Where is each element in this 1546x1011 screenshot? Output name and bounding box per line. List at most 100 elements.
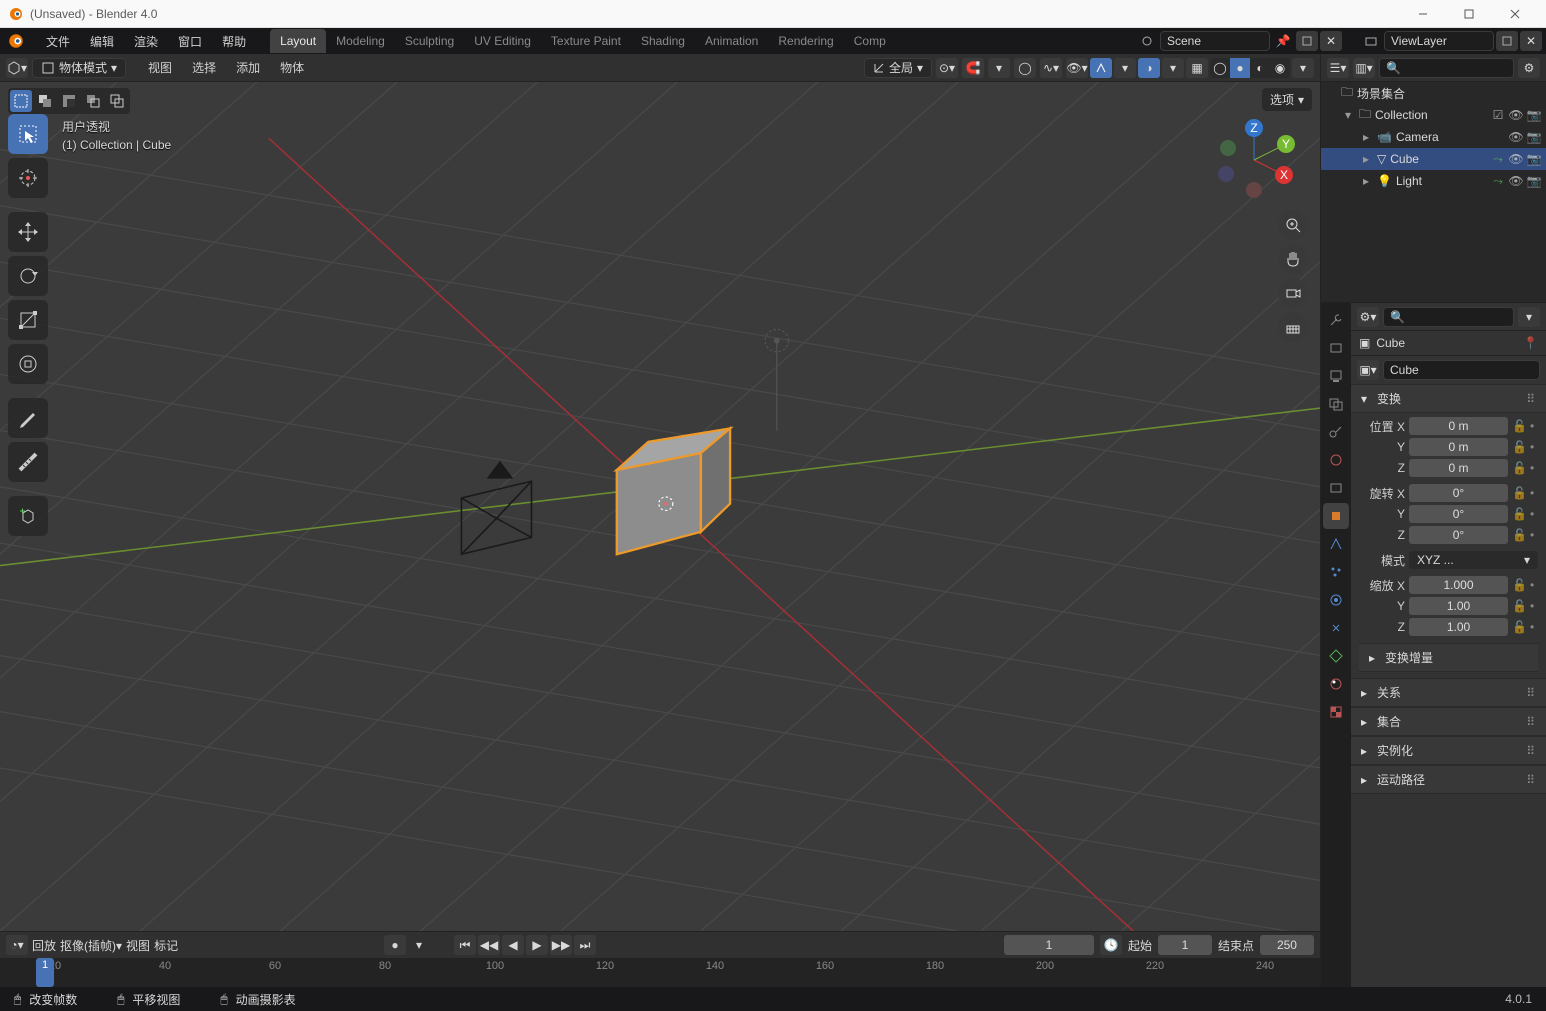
shading-dropdown[interactable]: ▾ — [1292, 58, 1314, 78]
scene-delete-button[interactable]: ✕ — [1320, 31, 1342, 51]
snap-dropdown[interactable]: ▾ — [988, 58, 1010, 78]
outliner-scene-collection[interactable]: 🗀 场景集合 — [1321, 82, 1546, 104]
panel-transform-header[interactable]: ▾变换⠿ — [1351, 384, 1546, 413]
ptab-viewlayer[interactable] — [1323, 391, 1349, 417]
location-y[interactable]: 0 m — [1409, 438, 1508, 456]
blender-icon[interactable] — [4, 29, 28, 53]
ptab-scene[interactable] — [1323, 419, 1349, 445]
outliner-search[interactable]: 🔍 — [1379, 58, 1514, 78]
rotation-mode[interactable]: XYZ ...▾ — [1409, 551, 1538, 569]
outliner-filter[interactable]: ⚙ — [1518, 58, 1540, 78]
tab-modeling[interactable]: Modeling — [326, 29, 395, 53]
tool-annotate[interactable] — [8, 398, 48, 438]
gizmo-dropdown[interactable]: ▾ — [1114, 58, 1136, 78]
menu-help[interactable]: 帮助 — [212, 29, 256, 54]
ptab-data[interactable] — [1323, 643, 1349, 669]
rotation-x[interactable]: 0° — [1409, 484, 1508, 502]
select-subtract[interactable] — [58, 90, 80, 112]
shading-material[interactable]: ◐ — [1250, 58, 1270, 78]
location-z[interactable]: 0 m — [1409, 459, 1508, 477]
pivot-dropdown[interactable]: ⊙▾ — [936, 58, 958, 78]
object-name-field[interactable]: Cube — [1383, 360, 1540, 380]
xray-toggle[interactable]: ▦ — [1186, 58, 1208, 78]
ptab-texture[interactable] — [1323, 699, 1349, 725]
current-frame-field[interactable]: 1 — [1004, 935, 1094, 955]
ptab-collection[interactable] — [1323, 475, 1349, 501]
3d-viewport[interactable]: 用户透视 (1) Collection | Cube 选项▾ X Y Z — [0, 82, 1320, 931]
viewlayer-browse-icon[interactable] — [1360, 31, 1382, 51]
viewport-menu-add[interactable]: 添加 — [228, 56, 268, 79]
tool-select-box[interactable] — [8, 114, 48, 154]
menu-window[interactable]: 窗口 — [168, 29, 212, 54]
tab-shading[interactable]: Shading — [631, 29, 695, 53]
close-button[interactable] — [1492, 0, 1538, 28]
tool-scale[interactable] — [8, 300, 48, 340]
gizmo-toggle[interactable] — [1090, 58, 1112, 78]
ptab-tool[interactable] — [1323, 307, 1349, 333]
panel-delta-transform[interactable]: ▸变换增量 — [1359, 643, 1538, 672]
tab-texture-paint[interactable]: Texture Paint — [541, 29, 631, 53]
snap-toggle[interactable]: 🧲 — [962, 58, 984, 78]
properties-search[interactable]: 🔍 — [1383, 307, 1514, 327]
mode-dropdown[interactable]: 物体模式 ▾ — [32, 58, 126, 78]
ptab-material[interactable] — [1323, 671, 1349, 697]
proportional-edit-toggle[interactable]: ◯ — [1014, 58, 1036, 78]
outliner-item-camera[interactable]: ▸ 📹 Camera 👁📷 — [1321, 126, 1546, 148]
camera-view-icon[interactable] — [1278, 278, 1308, 308]
ptab-particles[interactable] — [1323, 559, 1349, 585]
timeline-keying[interactable]: 抠像(插帧)▾ — [60, 937, 122, 954]
object-browse[interactable]: ▣▾ — [1357, 360, 1379, 380]
scene-browse-icon[interactable] — [1136, 31, 1158, 51]
scene-new-button[interactable] — [1296, 31, 1318, 51]
time-icon[interactable]: 🕓 — [1100, 935, 1122, 955]
rotation-y[interactable]: 0° — [1409, 505, 1508, 523]
timeline-view[interactable]: 视图 — [126, 937, 150, 954]
panel-collections[interactable]: ▸集合⠿ — [1351, 707, 1546, 736]
orientation-gizmo[interactable]: X Y Z — [1212, 118, 1296, 202]
tab-uv-editing[interactable]: UV Editing — [464, 29, 541, 53]
tab-compositing[interactable]: Comp — [844, 29, 888, 53]
minimize-button[interactable] — [1400, 0, 1446, 28]
select-intersect[interactable] — [106, 90, 128, 112]
select-new[interactable] — [10, 90, 32, 112]
timeline-track[interactable]: 20 40 60 80 100 120 140 160 180 200 220 … — [0, 958, 1320, 987]
viewlayer-new-button[interactable] — [1496, 31, 1518, 51]
shading-wireframe[interactable]: ◯ — [1210, 58, 1230, 78]
tool-transform[interactable] — [8, 344, 48, 384]
autokey-dropdown[interactable]: ▾ — [408, 935, 430, 955]
scene-name-field[interactable]: Scene — [1160, 31, 1270, 51]
perspective-toggle-icon[interactable] — [1278, 312, 1308, 342]
rotation-z[interactable]: 0° — [1409, 526, 1508, 544]
panel-instancing[interactable]: ▸实例化⠿ — [1351, 736, 1546, 765]
scale-y[interactable]: 1.00 — [1409, 597, 1508, 615]
zoom-icon[interactable] — [1278, 210, 1308, 240]
autokey-toggle[interactable]: ● — [384, 935, 406, 955]
overlays-dropdown[interactable]: ▾ — [1162, 58, 1184, 78]
tool-cursor[interactable] — [8, 158, 48, 198]
editor-type-button[interactable]: ▾ — [6, 58, 28, 78]
visibility-dropdown[interactable]: 👁▾ — [1066, 58, 1088, 78]
select-invert[interactable] — [82, 90, 104, 112]
viewport-menu-select[interactable]: 选择 — [184, 56, 224, 79]
scale-x[interactable]: 1.000 — [1409, 576, 1508, 594]
scene-pin-icon[interactable]: 📌 — [1272, 31, 1294, 51]
ptab-output[interactable] — [1323, 363, 1349, 389]
jump-end[interactable]: ⏭ — [574, 935, 596, 955]
timeline-playback[interactable]: 回放 — [32, 937, 56, 954]
outliner-item-light[interactable]: ▸ 💡 Light ⤳👁📷 — [1321, 170, 1546, 192]
start-frame-field[interactable]: 1 — [1158, 935, 1212, 955]
orientation-dropdown[interactable]: 全局▾ — [864, 58, 932, 78]
tool-measure[interactable] — [8, 442, 48, 482]
shading-rendered[interactable]: ◉ — [1270, 58, 1290, 78]
proportional-falloff[interactable]: ∿▾ — [1040, 58, 1062, 78]
ptab-render[interactable] — [1323, 335, 1349, 361]
menu-render[interactable]: 渲染 — [124, 29, 168, 54]
outliner-collection[interactable]: ▾🗀 Collection ☑👁📷 — [1321, 104, 1546, 126]
maximize-button[interactable] — [1446, 0, 1492, 28]
shading-solid[interactable]: ● — [1230, 58, 1250, 78]
ptab-physics[interactable] — [1323, 587, 1349, 613]
play-reverse[interactable]: ◀ — [502, 935, 524, 955]
properties-editor-type[interactable]: ⚙▾ — [1357, 307, 1379, 327]
location-x[interactable]: 0 m — [1409, 417, 1508, 435]
outliner-editor-type[interactable]: ☰▾ — [1327, 58, 1349, 78]
